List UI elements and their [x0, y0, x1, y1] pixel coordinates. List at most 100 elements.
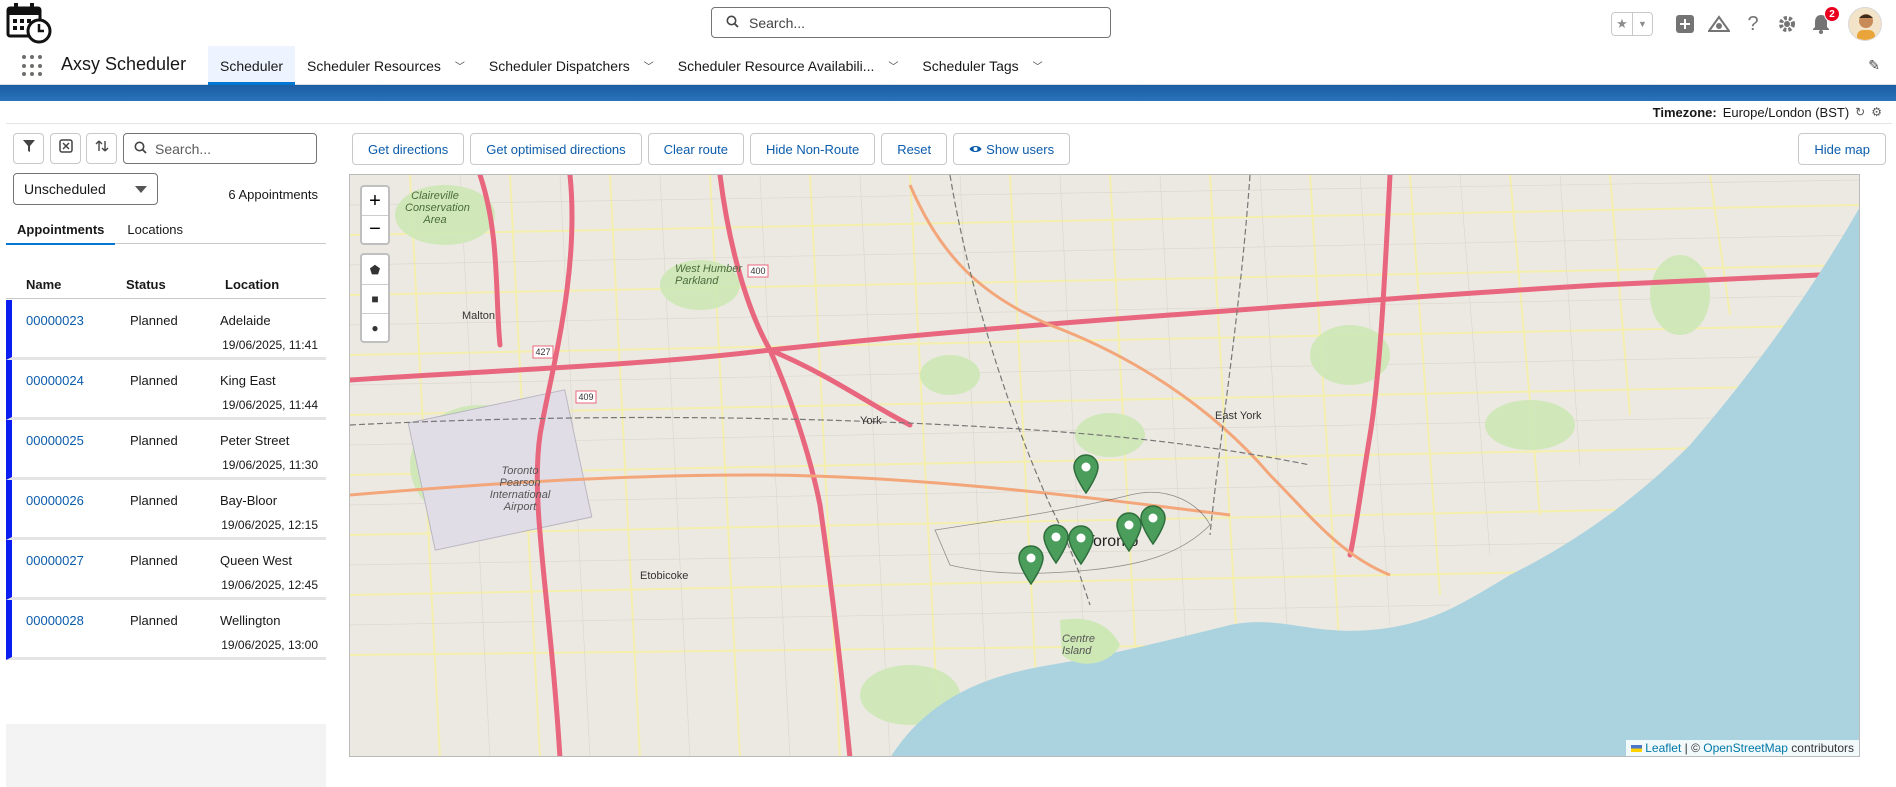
openstreetmap-link[interactable]: OpenStreetMap [1703, 741, 1788, 755]
attribution-separator: | © [1681, 741, 1704, 755]
map-tiles: 400 427 409 [350, 175, 1859, 756]
appointment-status: Planned [130, 433, 178, 448]
column-header-location[interactable]: Location [225, 277, 279, 292]
map-action-buttons: Get directions Get optimised directions … [352, 133, 1071, 165]
table-row[interactable]: 00000024 Planned King East 19/06/2025, 1… [6, 360, 326, 420]
map-attribution: Leaflet | © OpenStreetMap contributors [1625, 740, 1859, 756]
show-users-button[interactable]: Show users [953, 133, 1071, 165]
appointment-map-marker[interactable] [1140, 505, 1166, 546]
show-users-label: Show users [986, 141, 1055, 157]
tab-scheduler[interactable]: Scheduler [208, 46, 296, 85]
appointment-map-marker[interactable] [1068, 525, 1094, 566]
search-placeholder: Search... [155, 140, 212, 157]
get-directions-button[interactable]: Get directions [352, 133, 465, 165]
table-row[interactable]: 00000026 Planned Bay-Bloor 19/06/2025, 1… [6, 480, 326, 540]
tab-label: Scheduler [220, 57, 284, 74]
appointment-map-marker[interactable] [1073, 454, 1099, 495]
chevron-down-icon[interactable]: ﹀ [644, 58, 654, 73]
chevron-down-icon[interactable]: ﹀ [455, 58, 465, 73]
appointment-map-marker[interactable] [1116, 512, 1142, 553]
chevron-down-icon[interactable]: ﹀ [888, 58, 898, 73]
draw-rectangle-icon[interactable]: ■ [362, 284, 388, 313]
trailhead-icon[interactable] [1708, 13, 1730, 35]
appointment-link[interactable]: 00000024 [26, 373, 84, 388]
column-header-status[interactable]: Status [126, 277, 166, 292]
status-filter-select[interactable]: Unscheduled [13, 173, 158, 205]
filter-button[interactable] [13, 133, 44, 164]
column-header-name[interactable]: Name [26, 277, 61, 292]
timezone-value: Europe/London (BST) [1722, 104, 1850, 120]
clear-filter-icon [58, 139, 73, 158]
favorites-group: ★ ▼ [1611, 12, 1653, 36]
map-label-claireville: Claireville Conservation Area [405, 190, 470, 226]
appointment-status: Planned [130, 313, 178, 328]
zoom-out-button[interactable]: − [362, 215, 388, 243]
appointment-map-marker[interactable] [1018, 545, 1044, 586]
map-label-etobicoke: Etobicoke [640, 570, 689, 582]
tab-scheduler-tags[interactable]: Scheduler Tags ﹀ [910, 46, 1054, 85]
map-view[interactable]: 400 427 409 Claireville Conservation Are… [349, 174, 1860, 757]
reset-button[interactable]: Reset [881, 133, 948, 165]
gear-icon[interactable] [1776, 13, 1798, 35]
clear-filter-button[interactable] [50, 133, 81, 164]
edit-nav-pencil-icon[interactable]: ✎ [1868, 57, 1880, 74]
appointment-location: Bay-Bloor [220, 493, 278, 508]
appointment-time: 19/06/2025, 12:15 [221, 518, 318, 532]
table-row[interactable]: 00000025 Planned Peter Street 19/06/2025… [6, 420, 326, 480]
table-row[interactable]: 00000027 Planned Queen West 19/06/2025, … [6, 540, 326, 600]
map-label-pearson: Toronto Pearson International Airport [489, 465, 551, 513]
refresh-icon[interactable]: ↻ [1855, 105, 1865, 119]
hide-map-button[interactable]: Hide map [1798, 133, 1886, 165]
calendar-clock-logo-icon[interactable] [6, 2, 52, 44]
scheduler-content: Timezone: Europe/London (BST) ↻ ⚙ Search… [6, 101, 1892, 787]
map-label-east-york: East York [1215, 410, 1262, 422]
appointment-link[interactable]: 00000025 [26, 433, 84, 448]
app-launcher-waffle-icon[interactable] [22, 55, 44, 77]
tab-appointments[interactable]: Appointments [6, 214, 116, 245]
global-search-input[interactable]: Search... [711, 7, 1111, 38]
user-avatar[interactable] [1848, 7, 1882, 41]
table-row[interactable]: 00000028 Planned Wellington 19/06/2025, … [6, 600, 326, 660]
help-icon[interactable]: ? [1742, 13, 1764, 35]
chevron-down-icon[interactable]: ﹀ [1033, 58, 1043, 73]
get-optimised-directions-button[interactable]: Get optimised directions [470, 133, 642, 165]
favorites-dropdown-icon[interactable]: ▼ [1632, 13, 1652, 35]
appointment-link[interactable]: 00000023 [26, 313, 84, 328]
tab-locations[interactable]: Locations [116, 214, 194, 244]
notifications-badge: 2 [1824, 6, 1840, 22]
panel-tabs: Appointments Locations [6, 214, 326, 245]
map-label-york: York [860, 415, 882, 427]
appointment-link[interactable]: 00000028 [26, 613, 84, 628]
route-shield-label: 400 [750, 266, 765, 276]
table-row[interactable]: 00000023 Planned Adelaide 19/06/2025, 11… [6, 300, 326, 360]
appointment-status: Planned [130, 553, 178, 568]
tab-scheduler-resources[interactable]: Scheduler Resources ﹀ [295, 46, 477, 85]
appointment-time: 19/06/2025, 11:30 [222, 458, 318, 472]
sort-button[interactable] [86, 133, 117, 164]
leaflet-link[interactable]: Leaflet [1645, 741, 1681, 755]
zoom-in-button[interactable]: + [362, 187, 388, 215]
tab-scheduler-resource-availability[interactable]: Scheduler Resource Availabili... ﹀ [666, 46, 911, 85]
hide-non-route-button[interactable]: Hide Non-Route [749, 133, 876, 165]
appointment-time: 19/06/2025, 11:41 [222, 338, 318, 352]
appointments-search-input[interactable]: Search... [123, 133, 317, 164]
route-shield-label: 409 [578, 392, 593, 402]
tab-scheduler-dispatchers[interactable]: Scheduler Dispatchers ﹀ [477, 46, 666, 85]
notifications-bell-icon[interactable]: 2 [1810, 6, 1840, 35]
settings-gear-icon[interactable]: ⚙ [1871, 105, 1882, 119]
appointment-time: 19/06/2025, 13:00 [221, 638, 318, 652]
global-actions-plus-icon[interactable] [1674, 13, 1696, 35]
appointment-map-marker[interactable] [1043, 524, 1069, 565]
draw-circle-icon[interactable]: ● [362, 313, 388, 342]
status-filter-value: Unscheduled [24, 181, 106, 197]
appointment-status: Planned [130, 373, 178, 388]
star-icon[interactable]: ★ [1612, 13, 1632, 35]
appointment-link[interactable]: 00000027 [26, 553, 84, 568]
appointment-link[interactable]: 00000026 [26, 493, 84, 508]
clear-route-button[interactable]: Clear route [647, 133, 744, 165]
draw-polygon-icon[interactable]: ⬟ [362, 255, 388, 284]
map-label-west-humber: West Humber Parkland [675, 263, 743, 287]
filter-icon [22, 139, 36, 158]
appointments-panel: Search... Unscheduled 6 Appointments App… [6, 124, 326, 787]
timezone-label: Timezone: [1652, 104, 1717, 120]
